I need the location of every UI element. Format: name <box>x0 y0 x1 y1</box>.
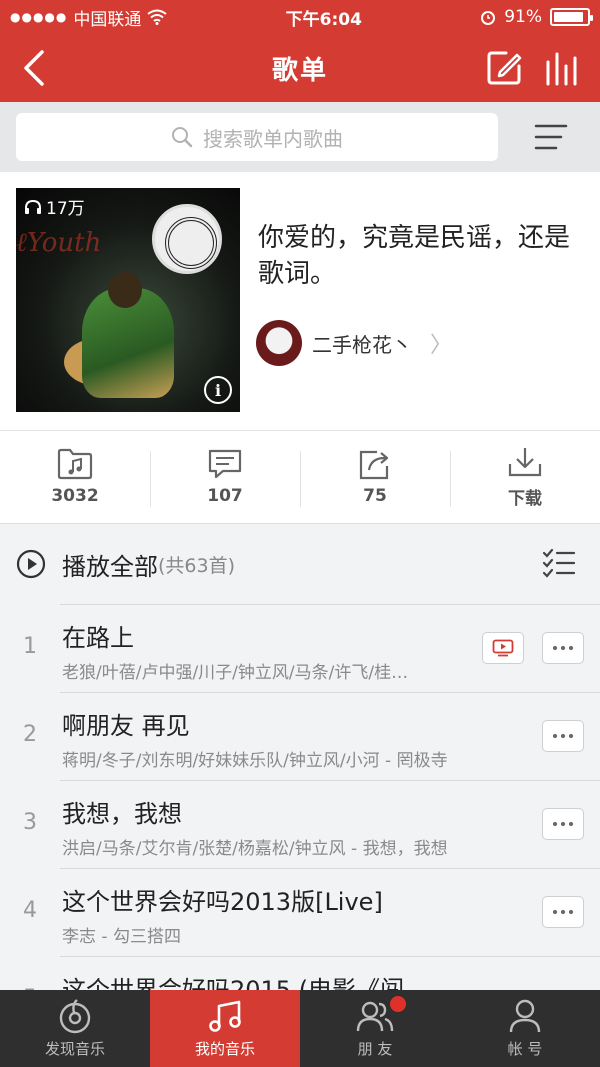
wifi-icon <box>147 9 167 25</box>
tab-bar: 发现音乐 我的音乐 朋 友 帐 号 <box>0 990 600 1067</box>
back-icon[interactable] <box>18 48 58 88</box>
playlist-header: ℓYouth 17万 i 你爱的，究竟是民谣，还是歌词。 二手枪花丶 〉 <box>0 172 600 430</box>
playing-bars-icon[interactable] <box>542 48 582 88</box>
divider <box>60 868 600 869</box>
playlist-cover[interactable]: ℓYouth 17万 i <box>16 188 240 412</box>
play-circle-icon <box>16 549 46 579</box>
track-artist: 蒋明/冬子/刘东明/好妹妹乐队/钟立风/小河 - 罔极寺 <box>62 751 448 771</box>
track-title: 啊朋友 再见 <box>62 712 190 740</box>
play-count: 17万 <box>24 194 85 219</box>
track-title: 这个世界会好吗2013版[Live] <box>62 888 383 916</box>
alarm-icon <box>481 11 496 25</box>
cover-singer-head <box>108 272 142 308</box>
tab-label: 发现音乐 <box>44 1040 105 1058</box>
play-all-row[interactable]: 播放全部 (共63首) <box>0 524 600 604</box>
mv-button[interactable] <box>482 632 524 664</box>
list-menu-icon[interactable] <box>534 122 568 152</box>
list-item[interactable]: 3 我想，我想 洪启/马条/艾尔肯/张楚/杨嘉松/钟立风 - 我想，我想 <box>0 780 600 868</box>
track-title: 在路上 <box>62 624 134 652</box>
search-input[interactable]: 搜索歌单内歌曲 <box>16 113 498 161</box>
share-button[interactable]: 75 <box>300 431 450 523</box>
playlist-description[interactable]: 你爱的，究竟是民谣，还是歌词。 <box>258 220 582 292</box>
list-item[interactable]: 2 啊朋友 再见 蒋明/冬子/刘东明/好妹妹乐队/钟立风/小河 - 罔极寺 <box>0 692 600 780</box>
more-icon[interactable] <box>542 632 584 664</box>
divider <box>60 692 600 693</box>
mv-icon <box>492 639 514 657</box>
track-artist: 老狼/叶蓓/卢中强/川子/钟立风/马条/许飞/桂… <box>62 663 409 683</box>
track-number: 1 <box>23 634 37 659</box>
tab-friends[interactable]: 朋 友 <box>300 990 450 1067</box>
tab-label: 我的音乐 <box>194 1040 255 1058</box>
more-icon[interactable] <box>542 720 584 752</box>
page-title: 歌单 <box>271 55 328 86</box>
tab-label: 朋 友 <box>357 1040 393 1058</box>
search-icon <box>172 127 193 148</box>
multi-select-icon[interactable] <box>542 548 576 578</box>
share-count: 75 <box>363 486 387 506</box>
track-number: 4 <box>23 898 37 923</box>
creator-name: 二手枪花丶 <box>312 332 412 357</box>
track-title: 我想，我想 <box>62 800 182 828</box>
download-label: 下载 <box>508 488 542 509</box>
more-icon[interactable] <box>542 896 584 928</box>
tab-label: 帐 号 <box>507 1040 543 1058</box>
status-bar: ●●●●● 中国联通 下午6:04 91% <box>0 0 600 34</box>
download-icon <box>508 447 542 476</box>
tab-discover[interactable]: 发现音乐 <box>0 990 150 1067</box>
status-time: 下午6:04 <box>285 9 362 30</box>
battery-percent: 91% <box>504 7 542 27</box>
creator-link[interactable]: 二手枪花丶 〉 <box>256 320 452 366</box>
track-title: 这个世界会好吗2015 (电影《闯 <box>62 976 405 990</box>
nav-bar: 歌单 <box>0 34 600 102</box>
tab-my-music[interactable]: 我的音乐 <box>150 990 300 1067</box>
headphones-icon <box>25 199 41 214</box>
notification-badge <box>390 996 406 1012</box>
track-number: 2 <box>23 722 37 747</box>
edit-icon[interactable] <box>484 48 524 88</box>
divider <box>60 780 600 781</box>
more-icon[interactable] <box>542 808 584 840</box>
track-artist: 李志 - 勾三搭四 <box>62 927 181 947</box>
track-list: 播放全部 (共63首) 1 在路上 老狼/叶蓓/卢中强/川子/钟立风/马条/许飞… <box>0 524 600 990</box>
comment-button[interactable]: 107 <box>150 431 300 523</box>
list-item[interactable]: 4 这个世界会好吗2013版[Live] 李志 - 勾三搭四 <box>0 868 600 956</box>
action-bar: 3032 107 75 下载 <box>0 430 600 524</box>
tab-account[interactable]: 帐 号 <box>450 990 600 1067</box>
collect-button[interactable]: 3032 <box>0 431 150 523</box>
folder-music-icon <box>57 448 93 480</box>
carrier-label: 中国联通 <box>73 9 142 30</box>
info-icon[interactable]: i <box>204 376 232 404</box>
divider <box>60 604 600 605</box>
comment-count: 107 <box>207 486 243 506</box>
friends-icon <box>356 1001 394 1032</box>
top-bar: ●●●●● 中国联通 下午6:04 91% 歌单 <box>0 0 600 102</box>
divider <box>60 956 600 957</box>
play-count-value: 17万 <box>46 199 85 219</box>
battery-icon <box>549 8 593 26</box>
search-placeholder: 搜索歌单内歌曲 <box>203 126 343 151</box>
share-icon <box>359 450 389 480</box>
signal-icon: ●●●●● <box>10 10 68 24</box>
discover-music-icon <box>59 999 91 1034</box>
list-item[interactable]: 1 在路上 老狼/叶蓓/卢中强/川子/钟立风/马条/许飞/桂… <box>0 604 600 692</box>
track-number: 3 <box>23 810 37 835</box>
avatar <box>256 320 302 366</box>
search-row: 搜索歌单内歌曲 <box>0 102 600 172</box>
list-item[interactable]: 5 这个世界会好吗2015 (电影《闯 <box>0 956 600 990</box>
vox-logo <box>152 204 222 274</box>
account-icon <box>509 999 541 1033</box>
play-all-label: 播放全部 <box>62 552 158 581</box>
play-all-count: (共63首) <box>158 554 236 577</box>
chevron-right-icon: 〉 <box>430 333 453 358</box>
comment-icon <box>208 449 242 479</box>
collect-count: 3032 <box>51 486 99 506</box>
battery-level <box>553 12 584 22</box>
cover-lettering: ℓYouth <box>16 228 102 258</box>
download-button[interactable]: 下载 <box>450 431 600 523</box>
my-music-icon <box>209 1000 241 1032</box>
track-artist: 洪启/马条/艾尔肯/张楚/杨嘉松/钟立风 - 我想，我想 <box>62 839 448 859</box>
